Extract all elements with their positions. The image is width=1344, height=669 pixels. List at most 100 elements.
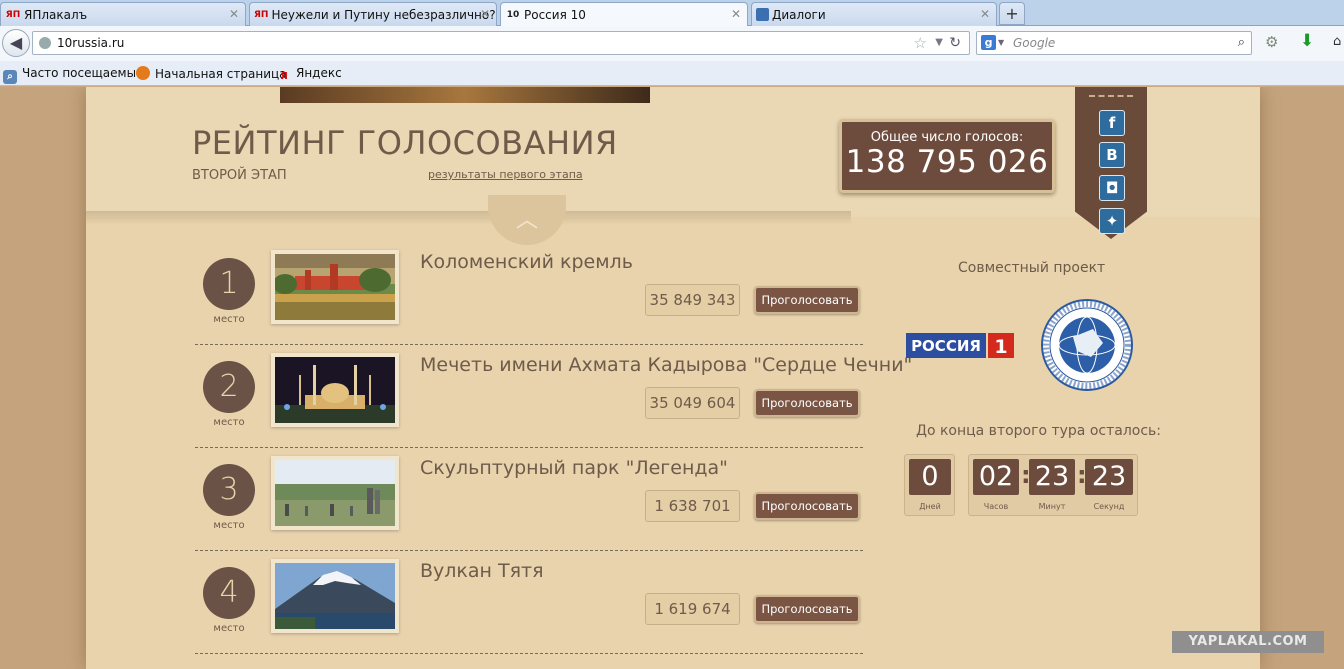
tab-label: Диалоги — [772, 7, 826, 22]
history-dropdown-icon[interactable]: ▼ — [935, 32, 943, 54]
item-name[interactable]: Мечеть имени Ахмата Кадырова "Сердце Чеч… — [420, 354, 912, 376]
instagram-icon[interactable]: ◘ — [1099, 175, 1125, 201]
rating-item: 3 место Скульптурный парк "Легенда" 1 63… — [195, 448, 863, 551]
vote-count: 1 638 701 — [645, 490, 740, 522]
vote-button[interactable]: Проголосовать — [754, 286, 860, 314]
firefox-icon — [136, 66, 150, 80]
minutes-unit: Минут — [1038, 502, 1066, 511]
close-tab-icon[interactable]: ✕ — [229, 7, 239, 21]
rgo-logo[interactable] — [1041, 299, 1133, 391]
item-photo[interactable] — [271, 250, 399, 324]
rank-number: 4 — [203, 567, 255, 619]
seconds-value: 23 — [1085, 459, 1133, 495]
vote-count: 35 849 343 — [645, 284, 740, 316]
download-icon[interactable]: ⬇ — [1300, 31, 1314, 51]
hours-value: 02 — [973, 459, 1019, 495]
minutes-value: 23 — [1029, 459, 1075, 495]
twitter-icon[interactable]: ✦ — [1099, 208, 1125, 234]
tab-label: Россия 10 — [524, 8, 586, 22]
vote-count: 1 619 674 — [645, 593, 740, 625]
url-text: 10russia.ru — [57, 36, 125, 50]
close-tab-icon[interactable]: ✕ — [480, 7, 490, 21]
seconds-unit: Секунд — [1093, 502, 1125, 511]
bookmarks-toolbar: ⌕ Часто посещаемые Начальная страница Я Ян… — [0, 61, 1344, 86]
yandex-icon: Я — [280, 71, 288, 82]
bookmark-star-icon[interactable]: ☆ — [914, 32, 927, 54]
bookmark-label: Начальная страница — [155, 67, 287, 81]
total-votes-label: Общее число голосов: — [870, 130, 1024, 145]
item-photo[interactable] — [271, 456, 399, 530]
kremlin-photo — [273, 254, 395, 320]
addon-icon[interactable]: ⚙ — [1265, 33, 1278, 51]
russia1-logo-text: РОССИЯ — [911, 337, 981, 355]
sculpture-park-photo — [275, 460, 395, 526]
new-tab-button[interactable]: + — [999, 2, 1025, 25]
google-icon[interactable]: g — [981, 35, 996, 50]
item-name[interactable]: Коломенский кремль — [420, 251, 633, 273]
page-title: РЕЙТИНГ ГОЛОСОВАНИЯ — [192, 124, 618, 162]
dialogs-favicon-icon — [756, 8, 769, 21]
header-divider — [86, 211, 851, 225]
bookmark-home-page[interactable]: Начальная страница — [136, 66, 287, 81]
item-photo[interactable] — [271, 353, 399, 427]
tab-dialogs[interactable]: Диалоги ✕ — [751, 2, 997, 26]
bookmark-label: Часто посещаемые — [22, 66, 144, 80]
russia1-logo[interactable]: РОССИЯ 1 — [906, 333, 1014, 358]
tab-yaplakal[interactable]: ЯП ЯПлакалъ ✕ — [0, 2, 246, 26]
most-visited-icon: ⌕ — [3, 70, 17, 84]
bookmark-yandex[interactable]: Я Яндекс — [277, 66, 342, 84]
russia1-logo-number: 1 — [994, 336, 1007, 358]
reload-icon[interactable]: ↻ — [949, 32, 961, 54]
rating-item: 2 место Мечеть имени Ахмата Кадырова "Се… — [195, 345, 912, 448]
home-icon[interactable]: ⌂ — [1333, 34, 1341, 49]
volcano-photo — [275, 563, 395, 629]
stage-subtitle: ВТОРОЙ ЭТАП — [192, 168, 287, 183]
vote-button[interactable]: Проголосовать — [754, 389, 860, 417]
rank-label: место — [213, 314, 245, 325]
item-name[interactable]: Вулкан Тятя — [420, 560, 544, 582]
tab-russia10[interactable]: 10 Россия 10 ✕ — [500, 2, 748, 27]
rank-label: место — [213, 623, 245, 634]
facebook-icon[interactable]: f — [1099, 110, 1125, 136]
close-tab-icon[interactable]: ✕ — [980, 7, 990, 21]
search-engine-dropdown-icon[interactable]: ▼ — [998, 32, 1004, 54]
rating-item: 1 место Коломенский кремль 35 849 343 Пр… — [195, 242, 863, 345]
yaplakal-watermark: YAPLAKAL.COM — [1172, 631, 1324, 653]
tab-bar: ЯП ЯПлакалъ ✕ ЯП Неужели и Путину небезр… — [0, 0, 1344, 27]
total-votes-value: 138 795 026 — [845, 144, 1049, 180]
page-content: ︿ РЕЙТИНГ ГОЛОСОВАНИЯ ВТОРОЙ ЭТАП резуль… — [0, 87, 1344, 669]
rank-number: 3 — [203, 464, 255, 516]
rank-label: место — [213, 417, 245, 428]
search-input[interactable]: g ▼ Google ⌕ — [976, 31, 1252, 55]
vkontakte-icon[interactable]: B — [1099, 142, 1125, 168]
tab-putin-post[interactable]: ЯП Неужели и Путину небезразлично? ... ✕ — [249, 2, 497, 26]
close-tab-icon[interactable]: ✕ — [731, 7, 741, 21]
chevron-up-icon: ︿ — [515, 208, 538, 233]
search-placeholder: Google — [1013, 36, 1056, 50]
mosque-photo — [275, 357, 395, 423]
search-icon[interactable]: ⌕ — [1238, 32, 1245, 54]
header-photo-strip — [280, 87, 650, 103]
ribbon-stitch — [1089, 95, 1133, 99]
rank-number: 2 — [203, 361, 255, 413]
vote-count: 35 049 604 — [645, 387, 740, 419]
countdown-label: До конца второго тура осталось: — [916, 423, 1162, 439]
first-stage-results-link[interactable]: результаты первого этапа — [428, 168, 583, 181]
rating-item: 4 место Вулкан Тятя 1 619 674 Проголосов… — [195, 551, 863, 654]
back-button[interactable]: ◀ — [2, 29, 30, 57]
russia10-favicon-icon: 10 — [506, 10, 520, 20]
item-name[interactable]: Скульптурный парк "Легенда" — [420, 457, 728, 479]
address-bar[interactable]: 10russia.ru ☆ ▼ ↻ — [32, 31, 970, 55]
days-unit: Дней — [919, 502, 941, 511]
tab-label: Неужели и Путину небезразлично? ... — [271, 7, 497, 22]
vote-button[interactable]: Проголосовать — [754, 595, 860, 623]
days-value: 0 — [909, 459, 951, 495]
globe-icon — [39, 37, 51, 49]
vote-button[interactable]: Проголосовать — [754, 492, 860, 520]
yaplakal-favicon-icon: ЯП — [5, 9, 21, 20]
bookmark-most-visited[interactable]: ⌕ Часто посещаемые — [3, 66, 143, 84]
days-counter: 0 Дней — [904, 454, 955, 516]
rank-label: место — [213, 520, 245, 531]
tab-label: ЯПлакалъ — [24, 7, 88, 22]
item-photo[interactable] — [271, 559, 399, 633]
